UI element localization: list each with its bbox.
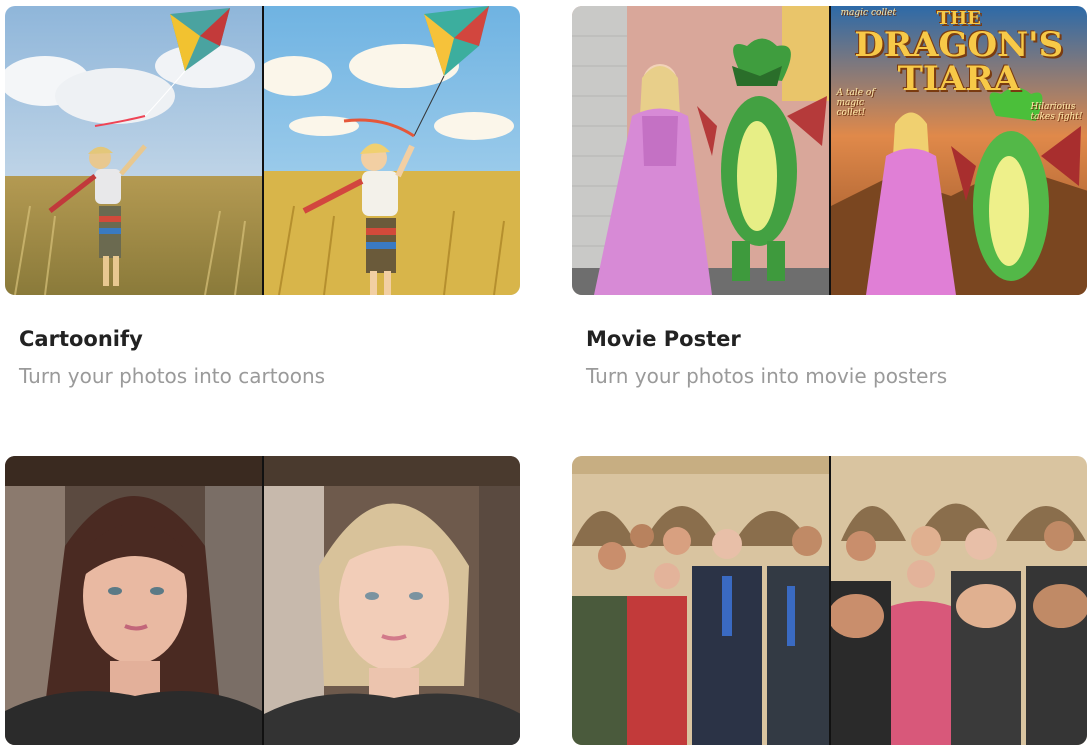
movie-poster-preview[interactable]: magic collet THE DRAGON'S TIARA A tale o… xyxy=(572,6,1087,295)
card-portrait[interactable] xyxy=(5,456,520,745)
card-subtitle: Turn your photos into cartoons xyxy=(19,364,326,388)
portrait-preview[interactable] xyxy=(5,456,520,745)
feature-grid: Cartoonify Turn your photos into cartoon… xyxy=(0,0,1091,751)
cartoonify-after-cartoon xyxy=(261,6,520,295)
card-movie-poster[interactable]: magic collet THE DRAGON'S TIARA A tale o… xyxy=(572,6,1087,388)
poster-tag-right: Hilarioius takes fight! xyxy=(1030,102,1083,122)
card-cartoonify[interactable]: Cartoonify Turn your photos into cartoon… xyxy=(5,6,520,388)
group-after-photo xyxy=(828,456,1087,745)
group-before-photo xyxy=(572,456,829,745)
poster-title-line2: DRAGON'S xyxy=(854,25,1064,65)
cartoonify-preview[interactable] xyxy=(5,6,520,295)
movie-poster-before-photo xyxy=(572,6,829,295)
group-preview[interactable] xyxy=(572,456,1087,745)
portrait-after-photo xyxy=(261,456,520,745)
cartoonify-before-photo xyxy=(5,6,262,295)
card-title: Movie Poster xyxy=(586,327,741,351)
card-group[interactable] xyxy=(572,456,1087,745)
portrait-before-photo xyxy=(5,456,262,745)
poster-title: THE DRAGON'S TIARA xyxy=(831,10,1088,97)
movie-poster-after-poster: magic collet THE DRAGON'S TIARA A tale o… xyxy=(828,6,1088,295)
card-title: Cartoonify xyxy=(19,327,143,351)
card-subtitle: Turn your photos into movie posters xyxy=(586,364,948,388)
poster-tag-left: A tale of magic collet! xyxy=(836,88,875,118)
